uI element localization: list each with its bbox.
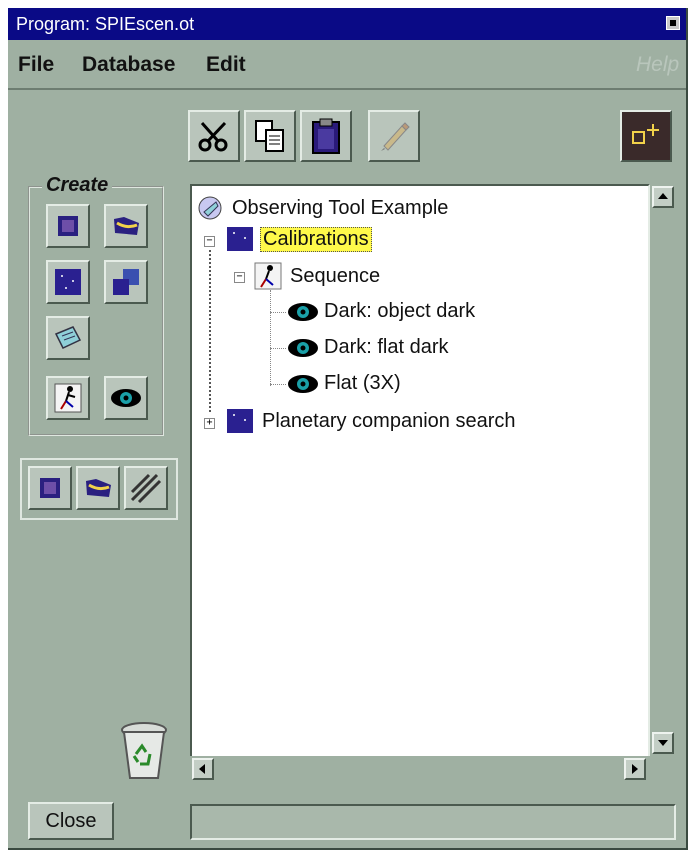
- tree-node-calibrations[interactable]: Calibrations: [226, 226, 372, 252]
- observation-icon: [40, 478, 60, 498]
- collapse-sequence-icon[interactable]: −: [234, 272, 245, 283]
- program-tree[interactable]: Observing Tool Example − Calibrations − …: [190, 184, 650, 756]
- title-bar[interactable]: Program: SPIEscen.ot: [8, 8, 686, 40]
- copy-button[interactable]: [244, 110, 296, 162]
- folder-group-icon: [114, 217, 139, 235]
- scroll-left-button[interactable]: [192, 758, 214, 780]
- running-figure-icon: [54, 383, 82, 413]
- running-figure-icon: [254, 262, 282, 290]
- window-title: Program: SPIEscen.ot: [16, 14, 195, 34]
- menu-bar: File Database Edit Help: [8, 40, 686, 90]
- object-dark-label: Dark: object dark: [324, 300, 476, 322]
- folder-group-icon: [86, 479, 111, 497]
- note-icon: [54, 326, 82, 349]
- flat-label: Flat (3X): [324, 372, 401, 394]
- group-starfield-icon: [227, 409, 253, 433]
- branch-line: [270, 312, 286, 313]
- tree-root[interactable]: Observing Tool Example: [196, 194, 450, 222]
- starfield-icon: [55, 269, 81, 295]
- create-folder-button[interactable]: [104, 204, 148, 248]
- menu-help[interactable]: Help: [636, 53, 679, 77]
- corner-button[interactable]: [620, 110, 672, 162]
- sequence-branch-line: [270, 290, 271, 386]
- vertical-scrollbar[interactable]: [650, 184, 676, 756]
- copy-icon: [255, 120, 284, 152]
- create-subgroup-button[interactable]: [104, 260, 148, 304]
- sequence-label: Sequence: [290, 264, 381, 287]
- arrow-up-icon: [658, 193, 668, 199]
- eye-icon: [111, 389, 141, 407]
- eye-icon: [288, 338, 318, 357]
- create-observe-button[interactable]: [104, 376, 148, 420]
- scroll-corner: [650, 756, 676, 782]
- arrow-down-icon: [658, 740, 668, 746]
- arrow-left-icon: [199, 764, 205, 774]
- branch-line: [270, 384, 286, 385]
- clipboard-icon: [312, 118, 340, 154]
- planetary-label: Planetary companion search: [262, 409, 516, 432]
- eye-icon: [288, 374, 318, 393]
- create-note-button[interactable]: [46, 316, 90, 360]
- menu-file[interactable]: File: [18, 53, 54, 77]
- add-target-icon: [632, 124, 659, 144]
- create-sequence-button[interactable]: [46, 376, 90, 420]
- paste-button[interactable]: [300, 110, 352, 162]
- calibrations-label: Calibrations: [260, 226, 372, 252]
- program-icon: [198, 196, 222, 220]
- scroll-right-button[interactable]: [624, 758, 646, 780]
- tool-folder-button[interactable]: [76, 466, 120, 510]
- scroll-down-button[interactable]: [652, 732, 674, 754]
- collapse-calibrations-icon[interactable]: −: [204, 236, 215, 247]
- menu-database[interactable]: Database: [82, 53, 175, 77]
- cut-button[interactable]: [188, 110, 240, 162]
- flat-dark-label: Dark: flat dark: [324, 336, 449, 358]
- tool-observation-button[interactable]: [28, 466, 72, 510]
- observation-icon: [58, 216, 78, 236]
- group-starfield-icon: [227, 227, 253, 251]
- menu-edit[interactable]: Edit: [206, 53, 246, 77]
- branch-line: [270, 348, 286, 349]
- stacked-squares-icon: [113, 269, 139, 295]
- create-group-button[interactable]: [46, 260, 90, 304]
- tree-item-flat-dark[interactable]: Dark: flat dark: [286, 336, 450, 359]
- scroll-up-button[interactable]: [652, 186, 674, 208]
- tree-node-sequence[interactable]: Sequence: [254, 262, 382, 290]
- program-window: Program: SPIEscen.ot File Database Edit …: [8, 8, 688, 850]
- tree-connector: [209, 250, 211, 412]
- tree-item-flat[interactable]: Flat (3X): [286, 372, 403, 395]
- create-label: Create: [42, 174, 113, 197]
- window-control-icon[interactable]: [666, 16, 680, 30]
- close-button[interactable]: Close: [28, 802, 114, 840]
- tool-link-button[interactable]: [124, 466, 168, 510]
- chain-link-icon: [130, 473, 162, 504]
- expand-planetary-icon[interactable]: +: [204, 418, 215, 429]
- tree-node-planetary[interactable]: Planetary companion search: [226, 408, 517, 434]
- tree-root-label: Observing Tool Example: [232, 196, 449, 219]
- edit-button[interactable]: [368, 110, 420, 162]
- recycle-bin-icon: [121, 722, 167, 779]
- trash-can[interactable]: [116, 720, 172, 787]
- pencil-icon: [381, 122, 410, 151]
- scissors-icon: [198, 121, 228, 152]
- arrow-right-icon: [632, 764, 638, 774]
- create-observation-button[interactable]: [46, 204, 90, 248]
- horizontal-scrollbar[interactable]: [190, 756, 650, 782]
- tree-item-object-dark[interactable]: Dark: object dark: [286, 300, 477, 323]
- eye-icon: [288, 302, 318, 321]
- status-field: [190, 804, 676, 840]
